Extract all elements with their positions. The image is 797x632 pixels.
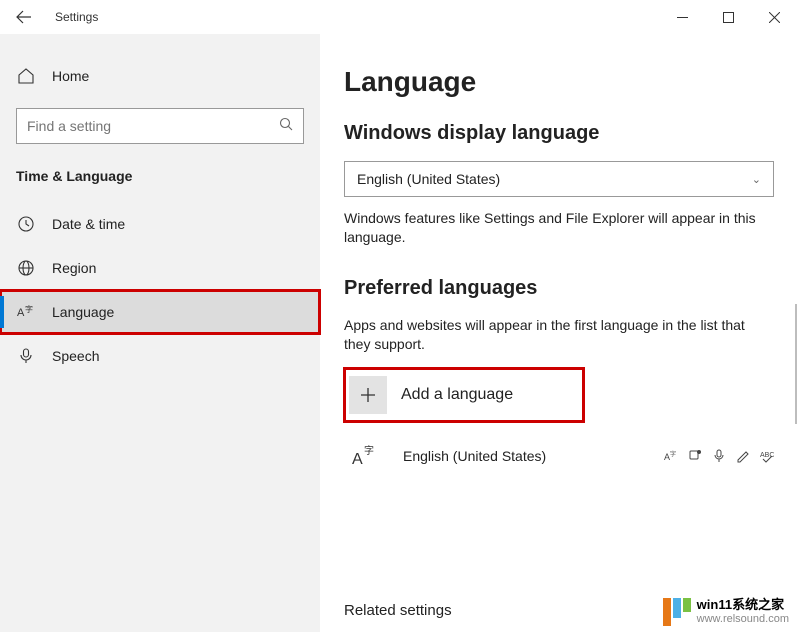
sidebar-item-speech[interactable]: Speech	[0, 334, 320, 378]
watermark-logo-icon	[663, 598, 691, 626]
nav-label: Date & time	[52, 216, 125, 232]
display-language-heading: Windows display language	[344, 122, 797, 145]
svg-text:字: 字	[670, 450, 676, 458]
handwriting-feature-icon	[736, 449, 750, 463]
sidebar: Home Time & Language Date & time Region …	[0, 34, 320, 632]
svg-text:A: A	[352, 451, 363, 468]
close-button[interactable]	[751, 0, 797, 34]
watermark: win11系统之家 www.relsound.com	[663, 598, 789, 626]
maximize-button[interactable]	[705, 0, 751, 34]
search-input[interactable]	[27, 118, 279, 134]
sidebar-item-language[interactable]: A字 Language	[0, 290, 320, 334]
language-item-english[interactable]: A字 English (United States) A字 ABC	[344, 430, 774, 482]
nav-label: Language	[52, 304, 114, 320]
watermark-line2: www.relsound.com	[697, 613, 789, 626]
language-glyph-icon: A字	[347, 442, 385, 470]
nav-label: Speech	[52, 348, 99, 364]
search-icon	[279, 117, 293, 136]
spellcheck-feature-icon: ABC	[760, 449, 774, 463]
svg-text:字: 字	[364, 444, 374, 457]
display-language-dropdown[interactable]: English (United States) ⌄	[344, 161, 774, 197]
clock-icon	[16, 214, 36, 234]
sidebar-item-datetime[interactable]: Date & time	[0, 202, 320, 246]
search-input-container[interactable]	[16, 108, 304, 144]
text-to-speech-feature-icon	[688, 449, 702, 463]
dropdown-value: English (United States)	[357, 171, 500, 187]
preferred-languages-heading: Preferred languages	[344, 277, 797, 300]
svg-text:字: 字	[25, 304, 33, 314]
maximize-icon	[723, 12, 734, 23]
display-lang-feature-icon: A字	[664, 449, 678, 463]
window-title: Settings	[48, 10, 98, 24]
home-icon	[16, 66, 36, 86]
preferred-languages-desc: Apps and websites will appear in the fir…	[344, 316, 774, 354]
sidebar-section-label: Time & Language	[0, 158, 320, 202]
language-name: English (United States)	[403, 448, 646, 464]
page-title: Language	[344, 66, 797, 98]
svg-text:ABC: ABC	[760, 452, 774, 459]
minimize-button[interactable]	[659, 0, 705, 34]
titlebar: Settings	[0, 0, 797, 34]
sidebar-home[interactable]: Home	[0, 54, 320, 98]
plus-icon	[349, 376, 387, 414]
add-language-label: Add a language	[401, 386, 513, 404]
nav-label: Region	[52, 260, 96, 276]
watermark-line1: win11系统之家	[697, 598, 789, 613]
microphone-icon	[16, 346, 36, 366]
language-icon: A字	[16, 302, 36, 322]
chevron-down-icon: ⌄	[752, 173, 761, 186]
add-language-button[interactable]: Add a language	[344, 368, 584, 422]
display-language-desc: Windows features like Settings and File …	[344, 209, 774, 247]
minimize-icon	[677, 12, 688, 23]
close-icon	[769, 12, 780, 23]
speech-feature-icon	[712, 449, 726, 463]
sidebar-home-label: Home	[52, 68, 89, 84]
back-arrow-icon	[16, 9, 32, 25]
globe-icon	[16, 258, 36, 278]
main-content: Language Windows display language Englis…	[320, 34, 797, 632]
svg-text:A: A	[17, 307, 25, 319]
language-feature-icons: A字 ABC	[664, 449, 774, 463]
sidebar-item-region[interactable]: Region	[0, 246, 320, 290]
back-button[interactable]	[0, 0, 48, 34]
